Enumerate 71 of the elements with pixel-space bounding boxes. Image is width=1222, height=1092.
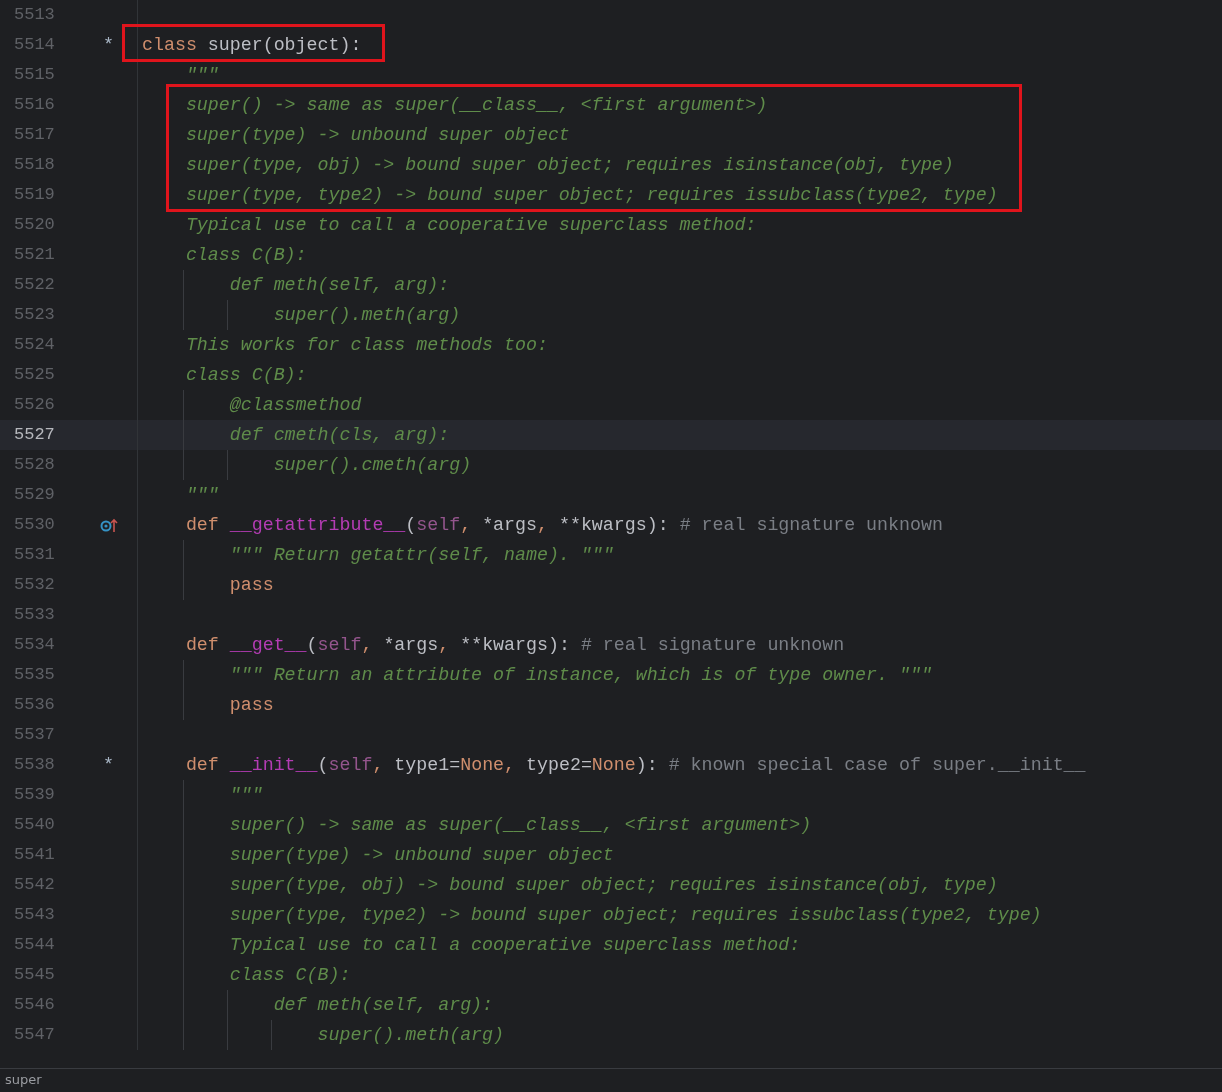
- code-line: def meth(self, arg):: [229, 274, 450, 297]
- code-line: def __get__(self, *args, **kwargs): # real signature unknown: [185, 634, 845, 657]
- code-line: super() -> same as super(__class__, <first argument>): [229, 814, 812, 837]
- line-number: 5515: [14, 65, 55, 84]
- code-line: super(type) -> unbound super object: [185, 124, 570, 147]
- line-number: 5538: [14, 755, 55, 774]
- line-number: 5518: [14, 155, 55, 174]
- line-number: 5516: [14, 95, 55, 114]
- code-line: """ Return an attribute of instance, which is of type owner. """: [229, 664, 932, 687]
- code-line: super(type, type2) -> bound super object; requires issubclass(type2, type): [185, 184, 998, 207]
- line-number: 5534: [14, 635, 55, 654]
- gutter-marker: *: [103, 34, 114, 57]
- line-number: 5542: [14, 875, 55, 894]
- line-number: 5530: [14, 515, 55, 534]
- line-number: 5533: [14, 605, 55, 624]
- line-number: 5528: [14, 455, 55, 474]
- code-line: super() -> same as super(__class__, <first argument>): [185, 94, 768, 117]
- line-number: 5527: [14, 425, 55, 444]
- code-line: """: [185, 64, 219, 87]
- line-number: 5520: [14, 215, 55, 234]
- line-number: 5529: [14, 485, 55, 504]
- line-number: 5513: [14, 5, 55, 24]
- line-number: 5524: [14, 335, 55, 354]
- line-number: 5545: [14, 965, 55, 984]
- code-line: super(type, obj) -> bound super object; requires isinstance(obj, type): [229, 874, 998, 897]
- gutter-marker: *: [103, 754, 114, 777]
- line-number: 5546: [14, 995, 55, 1014]
- code-line: super(type, type2) -> bound super object; requires issubclass(type2, type): [229, 904, 1042, 927]
- code-line: class C(B):: [229, 964, 351, 987]
- code-line: This works for class methods too:: [185, 334, 548, 357]
- line-number: 5525: [14, 365, 55, 384]
- code-line: Typical use to call a cooperative superclass method:: [185, 214, 757, 237]
- line-number: 5521: [14, 245, 55, 264]
- line-number: 5523: [14, 305, 55, 324]
- code-line: super(type) -> unbound super object: [229, 844, 614, 867]
- line-number: 5517: [14, 125, 55, 144]
- code-line: super().meth(arg): [317, 1024, 504, 1047]
- line-number: 5532: [14, 575, 55, 594]
- code-line: pass: [229, 574, 274, 597]
- code-line: """: [185, 484, 219, 507]
- code-line: def cmeth(cls, arg):: [229, 424, 450, 447]
- line-number: 5547: [14, 1025, 55, 1044]
- code-line: class super(object):: [142, 34, 362, 57]
- override-icon[interactable]: [99, 517, 118, 533]
- line-number: 5541: [14, 845, 55, 864]
- code-line: class C(B):: [185, 364, 307, 387]
- line-number: 5531: [14, 545, 55, 564]
- code-line: class C(B):: [185, 244, 307, 267]
- line-number: 5536: [14, 695, 55, 714]
- code-line: """ Return getattr(self, name). """: [229, 544, 614, 567]
- line-number: 5540: [14, 815, 55, 834]
- line-number: 5535: [14, 665, 55, 684]
- code-line: super(type, obj) -> bound super object; requires isinstance(obj, type): [185, 154, 954, 177]
- code-line: super().meth(arg): [273, 304, 461, 327]
- line-number: 5514: [14, 35, 55, 54]
- line-number: 5519: [14, 185, 55, 204]
- line-number: 5543: [14, 905, 55, 924]
- line-number: 5522: [14, 275, 55, 294]
- line-number: 5537: [14, 725, 55, 744]
- status-text: super: [5, 1072, 42, 1087]
- code-line: pass: [229, 694, 274, 717]
- code-line: @classmethod: [229, 394, 362, 417]
- code-line: super().cmeth(arg): [273, 454, 472, 477]
- code-line: """: [229, 784, 263, 807]
- code-line: Typical use to call a cooperative superclass method:: [229, 934, 801, 957]
- line-number: 5544: [14, 935, 55, 954]
- line-number: 5539: [14, 785, 55, 804]
- code-line: def __getattribute__(self, *args, **kwargs): # real signature unknown: [185, 514, 943, 537]
- code-line: def meth(self, arg):: [273, 994, 494, 1017]
- code-line: def __init__(self, type1=None, type2=None): # known special case of super.__init__: [185, 754, 1086, 777]
- line-number: 5526: [14, 395, 55, 414]
